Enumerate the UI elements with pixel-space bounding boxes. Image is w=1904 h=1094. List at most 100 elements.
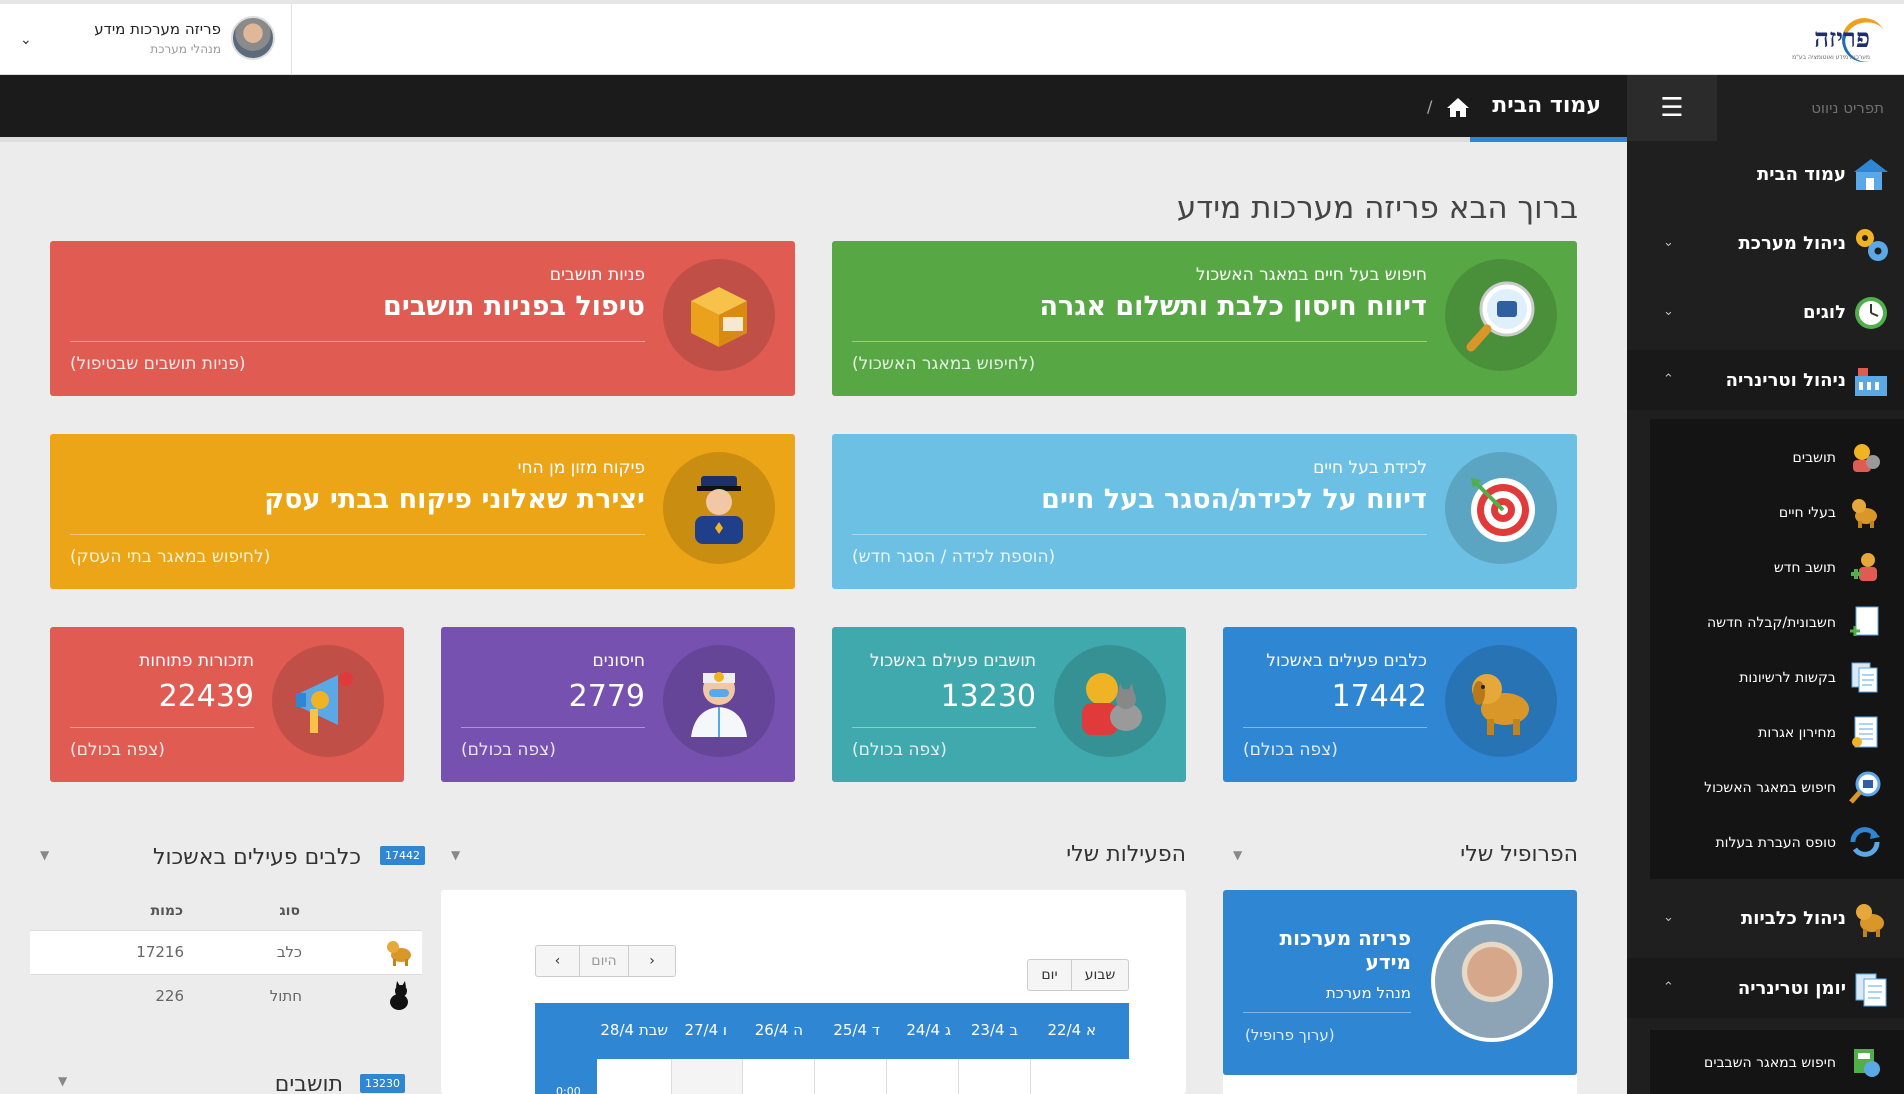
card-vaccinations[interactable]: חיסונים 2779 (צפה בכולם)	[441, 627, 795, 782]
breadcrumb-separator: /	[1427, 97, 1433, 116]
sidebar-item-system[interactable]: ⌄ ניהול מערכת	[1627, 213, 1904, 273]
dog-icon	[387, 941, 411, 966]
card-link[interactable]: (פניות תושבים שבטיפול)	[70, 354, 245, 374]
card-link[interactable]: (צפה בכולם)	[1243, 740, 1338, 760]
sidebar-item-label: עמוד הבית	[1757, 163, 1846, 185]
card-divider	[852, 727, 1036, 728]
card-divider	[70, 727, 254, 728]
view-week-button[interactable]: שבוע	[1071, 959, 1129, 991]
caret-down-icon[interactable]: ▼	[1233, 848, 1242, 862]
caret-down-icon[interactable]: ▼	[40, 848, 49, 862]
card-resident-requests[interactable]: פניות תושבים טיפול בפניות תושבים (פניות …	[50, 241, 795, 396]
edit-profile-link[interactable]: (ערוך פרופיל)	[1245, 1026, 1335, 1044]
sidebar-item-logs[interactable]: ⌄ לוגים	[1627, 282, 1904, 342]
view-day-button[interactable]: יום	[1027, 959, 1072, 991]
calendar-day-header: ב 23/4	[970, 1021, 1018, 1039]
row-type: כלב	[276, 943, 302, 961]
building-icon	[1855, 368, 1887, 396]
page-title: עמוד הבית	[1492, 93, 1601, 118]
card-subtitle: פיקוח מזון מן החי	[517, 458, 645, 478]
profile-card-footer	[1223, 1075, 1577, 1094]
table-row[interactable]: כלב 17216	[30, 930, 422, 975]
row-count: 17216	[136, 943, 184, 961]
sidebar-item-license-requests[interactable]: בקשות לרשיונות	[1627, 650, 1904, 705]
card-animal-capture[interactable]: לכידת בעל חיים דיווח על לכידת/הסגר בעל ח…	[832, 434, 1577, 589]
home-icon[interactable]	[1446, 96, 1470, 118]
package-icon	[691, 287, 747, 347]
count-badge: 17442	[380, 846, 425, 865]
sidebar-item-new-invoice[interactable]: חשבונית/קבלה חדשה	[1627, 595, 1904, 650]
chevron-up-icon[interactable]: ⌃	[1663, 372, 1674, 387]
sidebar-item-label: ניהול וטרינריה	[1725, 369, 1846, 391]
sidebar-item-search-cluster[interactable]: חיפוש במאגר האשכול	[1627, 760, 1904, 815]
card-divider	[70, 341, 645, 342]
card-food-inspection[interactable]: פיקוח מזון מן החי יצירת שאלוני פיקוח בבת…	[50, 434, 795, 589]
card-active-dogs[interactable]: כלבים פעילים באשכול 17442 (צפה בכולם)	[1223, 627, 1577, 782]
sidebar-item-new-resident[interactable]: תושב חדש	[1627, 540, 1904, 595]
sidebar-item-kennels[interactable]: ⌄ ניהול כלביות	[1627, 888, 1904, 948]
card-active-residents[interactable]: תושבים פעילם באשכול 13230 (צפה בכולם)	[832, 627, 1186, 782]
chevron-down-icon[interactable]: ⌄	[1663, 304, 1674, 319]
next-button[interactable]: ›	[628, 945, 676, 977]
inspector-icon	[695, 476, 743, 544]
card-link[interactable]: (צפה בכולם)	[461, 740, 556, 760]
calendar-today-column	[671, 1059, 742, 1094]
chevron-down-icon[interactable]: ⌄	[1663, 910, 1674, 925]
calendar-body[interactable]	[535, 1059, 1129, 1094]
row-count: 226	[155, 987, 184, 1005]
card-subtitle: תזכורות פתוחות	[139, 651, 254, 671]
card-title: דיווח חיסון כלבת ותשלום אגרה	[1039, 291, 1427, 322]
caret-down-icon[interactable]: ▼	[58, 1074, 67, 1088]
card-count: 13230	[940, 679, 1036, 714]
sidebar-item-chip-search[interactable]: חיפוש במאגר השבבים	[1627, 1035, 1904, 1090]
sidebar-item-vet[interactable]: ⌃ ניהול וטרינריה	[1627, 350, 1904, 410]
profile-role: מנהל מערכת	[1325, 984, 1411, 1002]
profile-name: פריזה מערכות מידע	[1279, 926, 1411, 974]
sidebar-item-price-list[interactable]: מחירון אגרות	[1627, 705, 1904, 760]
chevron-up-icon[interactable]: ⌃	[1663, 980, 1674, 995]
card-divider	[461, 727, 645, 728]
resident-icon	[1853, 444, 1880, 472]
doctor-icon	[691, 672, 747, 737]
card-title: יצירת שאלוני פיקוח בבתי עסק	[264, 484, 645, 515]
caret-down-icon[interactable]: ▼	[451, 848, 460, 862]
price-list-icon	[1852, 716, 1878, 748]
sidebar-item-label: תושב חדש	[1773, 559, 1836, 576]
calendar-gridline	[671, 1059, 672, 1094]
breadcrumb-underline	[0, 137, 1470, 142]
clock-icon	[1855, 297, 1887, 329]
user-menu[interactable]: ⌄ פריזה מערכות מידע מנהלי מערכת	[0, 4, 292, 75]
breadcrumb	[0, 75, 1627, 141]
card-title: טיפול בפניות תושבים	[383, 291, 645, 322]
prev-button[interactable]: ‹	[535, 945, 580, 977]
calendar-gridline	[1030, 1059, 1031, 1094]
hamburger-menu-icon[interactable]: ☰	[1627, 75, 1717, 141]
card-link[interactable]: (הוספת לכידה / הסגר חדש)	[852, 547, 1055, 567]
calendar-gridline	[742, 1059, 743, 1094]
table-row[interactable]: חתול 226	[30, 975, 422, 1020]
chevron-right-icon: ›	[649, 953, 655, 969]
card-open-reminders[interactable]: תזכורות פתוחות 22439 (צפה בכולם)	[50, 627, 404, 782]
row-type: חתול	[269, 987, 302, 1005]
calendar-day-header: א 22/4	[1047, 1021, 1096, 1039]
user-name: פריזה מערכות מידע	[94, 20, 221, 38]
megaphone-icon	[296, 672, 353, 733]
card-divider	[1243, 727, 1427, 728]
card-link[interactable]: (צפה בכולם)	[70, 740, 165, 760]
sidebar-item-vet-journal[interactable]: ⌃ יומן וטרינריה	[1627, 958, 1904, 1018]
card-link[interactable]: (צפה בכולם)	[852, 740, 947, 760]
card-link[interactable]: (לחיפוש במאגר האשכול)	[852, 354, 1035, 374]
sidebar-item-residents[interactable]: תושבים	[1627, 430, 1904, 485]
sidebar-item-animals[interactable]: בעלי חיים	[1627, 485, 1904, 540]
chevron-down-icon[interactable]: ⌄	[1663, 235, 1674, 250]
card-link[interactable]: (לחיפוש במאגר בתי העסק)	[70, 547, 270, 567]
sidebar-item-ownership-transfer[interactable]: טופס העברת בעלות	[1627, 815, 1904, 870]
logo-tagline: מערכות מידע ואוטומציה בע"מ	[1792, 54, 1870, 61]
new-document-icon	[1850, 606, 1879, 636]
chevron-down-icon[interactable]: ⌄	[20, 32, 32, 48]
calendar-day-header: ד 25/4	[833, 1021, 880, 1039]
card-rabies-report[interactable]: חיפוש בעל חיים במאגר האשכול דיווח חיסון …	[832, 241, 1577, 396]
sidebar-item-home[interactable]: עמוד הבית	[1627, 144, 1904, 204]
today-button[interactable]: היום	[579, 945, 629, 977]
avatar[interactable]	[231, 16, 275, 60]
